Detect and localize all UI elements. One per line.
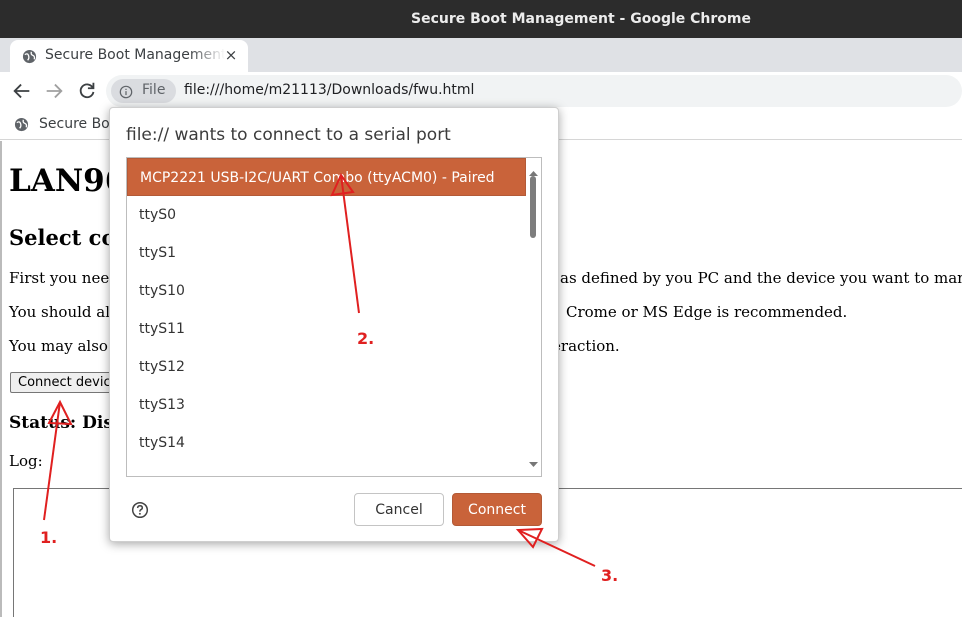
tab-strip: Secure Boot Management × xyxy=(0,38,962,72)
port-item[interactable]: ttyS1 xyxy=(127,234,526,272)
annotation-step-3: 3. xyxy=(601,566,619,585)
close-tab-icon[interactable]: × xyxy=(222,46,240,64)
port-item[interactable]: ttyS14 xyxy=(127,424,526,462)
window-title: Secure Boot Management - Google Chrome xyxy=(411,11,751,27)
globe-icon xyxy=(14,117,29,136)
site-info-chip[interactable]: File xyxy=(111,79,176,103)
tab-title: Secure Boot Management xyxy=(45,47,225,63)
window-titlebar: Secure Boot Management - Google Chrome xyxy=(0,0,962,38)
browser-tab[interactable]: Secure Boot Management × xyxy=(10,40,248,72)
scrollbar-thumb[interactable] xyxy=(530,176,536,238)
port-item[interactable]: ttyS10 xyxy=(127,272,526,310)
paragraph-1-right: as defined by you PC and the device you … xyxy=(560,269,962,287)
port-item[interactable]: ttyS12 xyxy=(127,348,526,386)
port-item[interactable]: ttyS0 xyxy=(127,196,526,234)
url-text[interactable]: file:///home/m21113/Downloads/fwu.html xyxy=(184,82,474,98)
serial-port-dialog: file:// wants to connect to a serial por… xyxy=(109,107,559,542)
site-chip-label: File xyxy=(142,82,166,98)
address-bar[interactable]: File file:///home/m21113/Downloads/fwu.h… xyxy=(106,75,962,107)
annotation-step-2: 2. xyxy=(357,329,375,348)
scroll-down-icon[interactable] xyxy=(529,453,538,472)
port-item-selected[interactable]: MCP2221 USB-I2C/UART Combo (ttyACM0) - P… xyxy=(127,158,526,196)
help-icon[interactable] xyxy=(131,501,149,523)
paragraph-2-right: Crome or MS Edge is recommended. xyxy=(566,303,848,321)
forward-arrow-icon[interactable] xyxy=(43,80,67,102)
globe-icon xyxy=(22,49,37,68)
log-label: Log: xyxy=(9,452,43,470)
port-list-scrollbar[interactable] xyxy=(526,158,541,476)
connect-button[interactable]: Connect xyxy=(452,493,542,526)
port-item[interactable]: ttyS13 xyxy=(127,386,526,424)
reload-icon[interactable] xyxy=(76,80,100,102)
port-list[interactable]: MCP2221 USB-I2C/UART Combo (ttyACM0) - P… xyxy=(126,157,542,477)
browser-toolbar: File file:///home/m21113/Downloads/fwu.h… xyxy=(0,72,962,110)
port-item[interactable]: ttyS11 xyxy=(127,310,526,348)
cancel-button[interactable]: Cancel xyxy=(354,493,444,526)
dialog-title: file:// wants to connect to a serial por… xyxy=(126,125,451,145)
annotation-step-1: 1. xyxy=(40,528,58,547)
info-icon xyxy=(119,84,133,103)
bookmark-item[interactable]: Secure Boo xyxy=(39,116,118,132)
back-arrow-icon[interactable] xyxy=(11,80,35,102)
